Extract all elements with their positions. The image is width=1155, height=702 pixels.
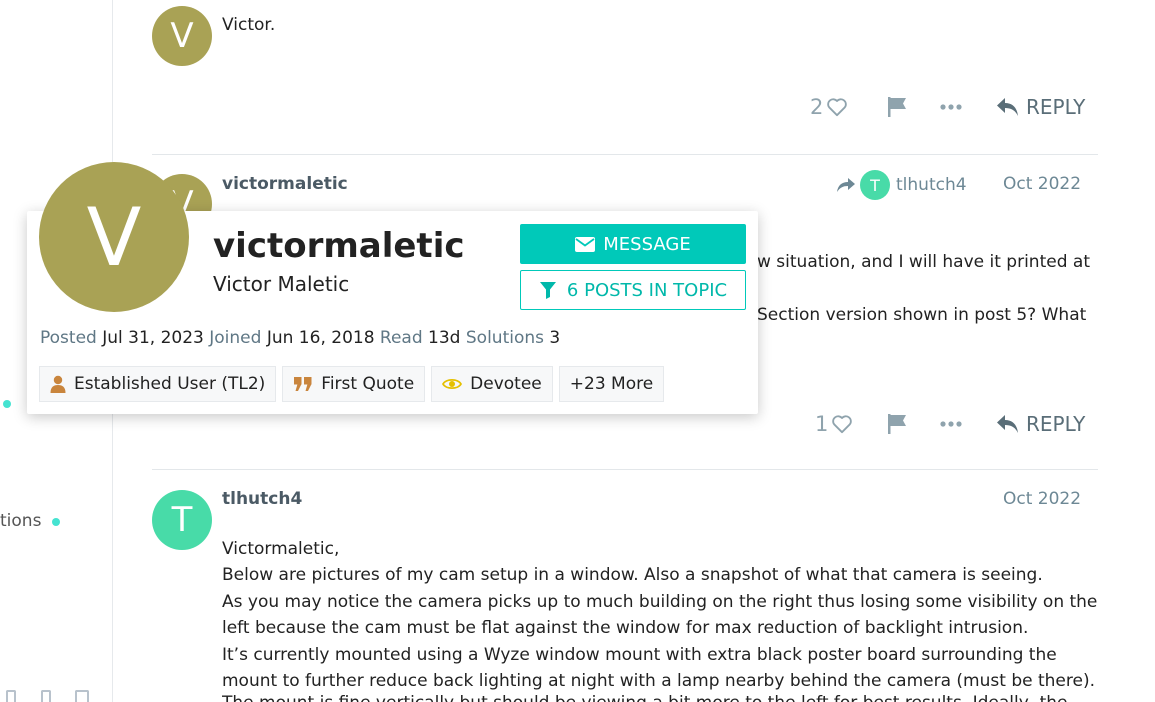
post-date[interactable]: Oct 2022	[1003, 174, 1081, 194]
post-body-line: Victor.	[222, 15, 276, 35]
unread-dot	[3, 400, 11, 408]
share-arrow-icon	[837, 178, 855, 192]
badge-label: Devotee	[470, 374, 542, 394]
badge-label: First Quote	[321, 374, 415, 394]
post-body-line: Section version shown in post 5? What	[757, 305, 1087, 325]
plus-icon[interactable]	[6, 690, 16, 702]
reply-label: REPLY	[1026, 412, 1086, 436]
posts-in-topic-button[interactable]: 6 POSTS IN TOPIC	[520, 270, 746, 310]
post-divider	[152, 154, 1098, 155]
reply-button[interactable]: REPLY	[996, 95, 1085, 119]
message-button[interactable]: MESSAGE	[520, 224, 746, 264]
post-body-line: w situation, and I will have it printed …	[757, 252, 1090, 272]
user-card-avatar[interactable]: V	[39, 162, 189, 312]
post-username[interactable]: tlhutch4	[222, 489, 302, 509]
more-button[interactable]	[940, 103, 962, 111]
badge-label: Established User (TL2)	[74, 374, 266, 394]
badge-label: +23 More	[569, 374, 654, 394]
flag-button[interactable]	[886, 96, 908, 118]
sidebar-footer-icons	[0, 690, 112, 702]
reply-arrow-icon	[997, 98, 1018, 116]
reply-arrow-icon	[997, 415, 1018, 433]
post-body-line: It’s currently mounted using a Wyze wind…	[222, 645, 1057, 665]
read-label: Read	[379, 328, 423, 348]
avatar[interactable]: V	[152, 6, 212, 66]
reply-label: REPLY	[1026, 95, 1086, 119]
reply-to-username: tlhutch4	[896, 175, 967, 195]
heart-icon	[832, 415, 853, 434]
filter-icon	[539, 282, 556, 299]
posted-label: Posted	[40, 328, 97, 348]
reply-to-avatar: T	[860, 170, 890, 200]
eye-icon	[442, 378, 463, 390]
user-card-stats: Posted Jul 31, 2023 Joined Jun 16, 2018 …	[40, 328, 560, 348]
read-value: 13d	[428, 328, 461, 348]
post-username[interactable]: victormaletic	[222, 174, 348, 194]
reply-to-link[interactable]: T tlhutch4	[836, 170, 967, 200]
joined-value: Jun 16, 2018	[266, 328, 375, 348]
badge-established-user[interactable]: Established User (TL2)	[39, 366, 277, 402]
envelope-icon	[575, 236, 596, 252]
more-button[interactable]	[940, 420, 962, 428]
like-count: 2	[810, 95, 824, 119]
post-body-line: The mount is fine vertically but should …	[222, 690, 1068, 702]
user-card-badges: Established User (TL2) First Quote Devot…	[39, 366, 665, 402]
like-button[interactable]: 2	[810, 95, 848, 119]
post-date[interactable]: Oct 2022	[1003, 489, 1081, 509]
reply-button[interactable]: REPLY	[996, 412, 1085, 436]
heart-icon	[827, 98, 848, 117]
avatar[interactable]: T	[152, 490, 212, 550]
like-button[interactable]: 1	[815, 412, 853, 436]
message-button-label: MESSAGE	[603, 233, 691, 255]
phone-icon[interactable]	[41, 690, 51, 702]
post-actions: 2 REPLY	[0, 92, 1155, 122]
like-count: 1	[815, 412, 829, 436]
badge-first-quote[interactable]: First Quote	[282, 366, 426, 402]
user-card-full-name: Victor Maletic	[213, 272, 350, 296]
badge-more[interactable]: +23 More	[558, 366, 665, 402]
flag-icon	[888, 414, 906, 434]
posts-in-topic-label: 6 POSTS IN TOPIC	[566, 279, 728, 301]
joined-label: Joined	[209, 328, 262, 348]
user-card-username[interactable]: victormaletic	[213, 226, 465, 266]
keyboard-icon[interactable]	[75, 690, 89, 702]
badge-devotee[interactable]: Devotee	[431, 366, 553, 402]
solutions-value: 3	[549, 328, 561, 348]
user-icon	[50, 375, 66, 393]
ellipsis-icon	[940, 104, 962, 110]
post-body-line: Victormaletic,	[222, 539, 340, 559]
post-body-line: As you may notice the camera picks up to…	[222, 592, 1098, 612]
quote-icon	[294, 377, 312, 391]
posted-value: Jul 31, 2023	[102, 328, 204, 348]
flag-button[interactable]	[886, 413, 908, 435]
unread-dot	[52, 518, 60, 526]
post-divider	[152, 469, 1098, 470]
ellipsis-icon	[940, 421, 962, 427]
solutions-label: Solutions	[465, 328, 545, 348]
post-body-line: left because the cam must be flat agains…	[222, 618, 1029, 638]
flag-icon	[888, 97, 906, 117]
sidebar-item-label[interactable]: tions	[0, 511, 41, 531]
post-body-line: Below are pictures of my cam setup in a …	[222, 565, 1043, 585]
